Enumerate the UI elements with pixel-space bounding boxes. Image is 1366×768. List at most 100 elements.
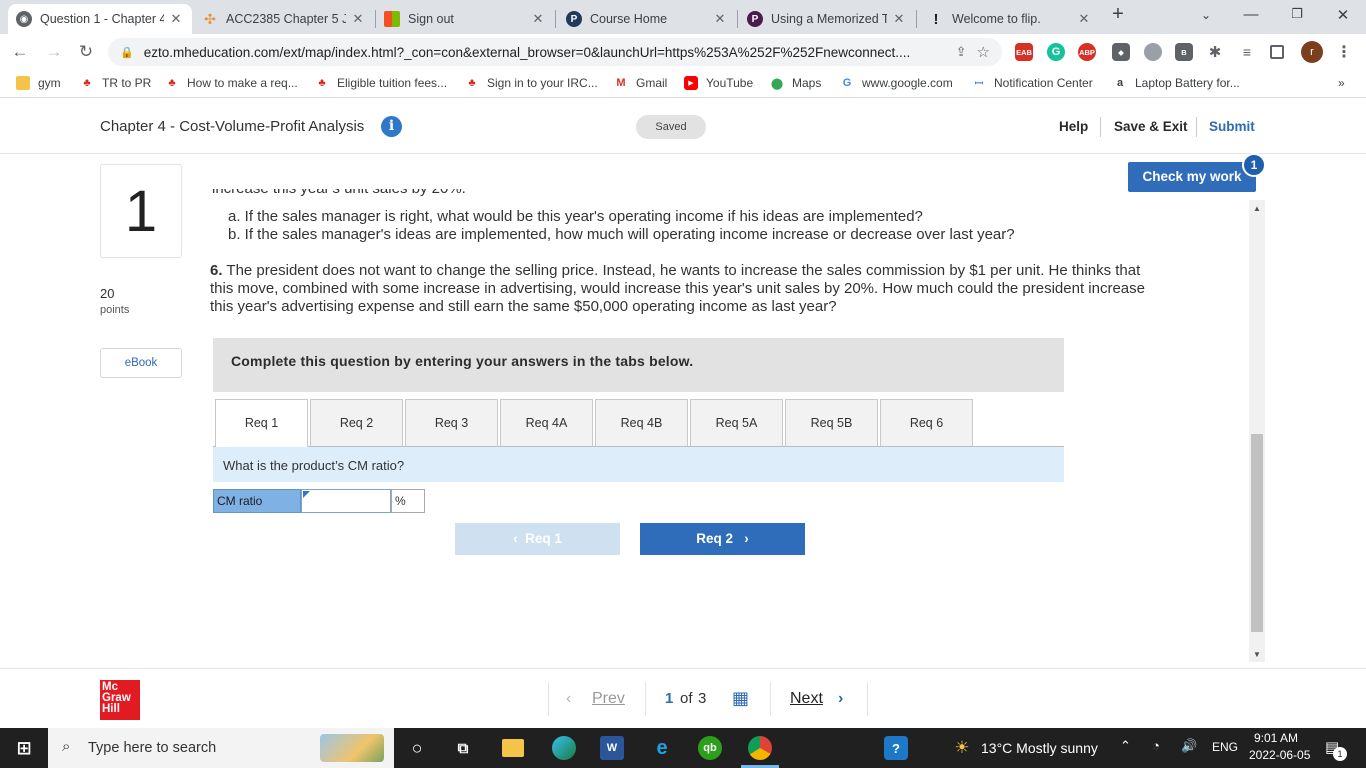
menu-kebab-icon[interactable]: ⋮ [1335, 43, 1353, 61]
chrome-icon[interactable] [748, 736, 772, 760]
tab-req-5a[interactable]: Req 5A [690, 399, 783, 446]
browser-tab-flip[interactable]: ! Welcome to flip. ✕ [920, 4, 1100, 34]
share-icon[interactable]: ⇪ [956, 44, 967, 60]
internet-explorer-icon[interactable]: e [650, 736, 674, 760]
eab-extension-icon[interactable]: EAB [1015, 43, 1033, 61]
browser-tab-signout[interactable]: Sign out ✕ [376, 4, 554, 34]
bookmark-star-icon[interactable]: ☆ [977, 43, 990, 61]
url-bar[interactable]: 🔒 ezto.mheducation.com/ext/map/index.htm… [108, 38, 1002, 66]
cortana-icon[interactable]: ○ [405, 736, 429, 760]
bookmark-how-to-make[interactable]: ♣ How to make a req... [165, 76, 297, 90]
prev-req-button[interactable]: ‹ Req 1 [455, 523, 620, 555]
bookmark-label: Sign in to your IRC... [487, 76, 598, 90]
language-indicator[interactable]: ENG [1212, 740, 1238, 754]
bookmark-laptop-battery[interactable]: a Laptop Battery for... [1113, 76, 1240, 90]
bookmark-youtube[interactable]: ▶ YouTube [684, 76, 753, 90]
file-explorer-icon[interactable] [502, 739, 524, 757]
browser-tab-memorized[interactable]: P Using a Memorized Tr ✕ [739, 4, 915, 34]
sidepanel-icon[interactable] [1270, 45, 1284, 59]
reload-icon[interactable]: ↻ [76, 42, 96, 62]
quickbooks-icon[interactable]: qb [698, 736, 722, 760]
clock-date[interactable]: 2022-06-05 [1249, 748, 1310, 762]
tab-req-2[interactable]: Req 2 [310, 399, 403, 446]
tab-search-icon[interactable]: ⌄ [1196, 8, 1216, 22]
question-pager: ‹ Prev 1 of 3 ▦ Next › [548, 676, 868, 722]
more-bookmarks-icon[interactable]: » [1338, 76, 1345, 90]
notification-icon: ꟷ [974, 77, 984, 90]
browser-tab-course-home[interactable]: P Course Home ✕ [558, 4, 736, 34]
search-placeholder: Type here to search [88, 740, 217, 756]
tab-req-5b[interactable]: Req 5B [785, 399, 878, 446]
wifi-icon[interactable]: ◔ [1152, 738, 1160, 753]
grammarly-icon[interactable]: G [1047, 43, 1065, 61]
bookmark-google[interactable]: Gwww.google.com [840, 76, 953, 90]
chevron-up-icon[interactable]: ⌃ [1120, 738, 1131, 754]
close-tab-icon[interactable]: ✕ [891, 11, 907, 27]
reading-list-icon[interactable]: ≡ [1238, 43, 1256, 61]
bookmark-label: Notification Center [994, 76, 1093, 90]
help-app-icon[interactable]: ? [884, 736, 908, 760]
taskbar-search-box[interactable]: ⌕ Type here to search [48, 728, 394, 768]
help-link[interactable]: Help [1059, 119, 1088, 134]
submit-link[interactable]: Submit [1209, 119, 1255, 134]
youtube-icon: ▶ [684, 76, 698, 90]
tab-req-4b[interactable]: Req 4B [595, 399, 688, 446]
close-tab-icon[interactable]: ✕ [712, 11, 728, 27]
tab-req-6[interactable]: Req 6 [880, 399, 973, 446]
tab-req-3[interactable]: Req 3 [405, 399, 498, 446]
bookmark-tr-to-pr[interactable]: ♣ TR to PR [80, 76, 151, 90]
next-req-button[interactable]: Req 2 › [640, 523, 805, 555]
extension-icon[interactable] [1144, 43, 1162, 61]
close-tab-icon[interactable]: ✕ [530, 11, 546, 27]
bookmark-maps[interactable]: ⬤ Maps [770, 76, 822, 90]
next-chevron-icon: › [838, 690, 844, 707]
close-tab-icon[interactable]: ✕ [168, 11, 184, 27]
forward-icon[interactable]: → [44, 42, 64, 62]
clock-time[interactable]: 9:01 AM [1254, 731, 1298, 745]
next-question-link[interactable]: Next [790, 690, 823, 708]
task-view-icon[interactable]: ⧉ [451, 736, 475, 760]
bookmark-label: TR to PR [102, 76, 152, 90]
weather-text[interactable]: 13°C Mostly sunny [981, 740, 1098, 756]
minimize-icon[interactable]: — [1241, 6, 1261, 23]
new-tab-icon[interactable]: + [1108, 3, 1128, 26]
restore-icon[interactable]: ❐ [1287, 6, 1307, 22]
scroll-down-icon[interactable]: ▼ [1249, 650, 1265, 659]
scrollbar-thumb[interactable] [1251, 434, 1263, 632]
back-icon[interactable]: ← [10, 42, 30, 62]
save-exit-link[interactable]: Save & Exit [1114, 119, 1188, 134]
extension-icon[interactable]: ◆ [1112, 43, 1130, 61]
requirement-tabs: Req 1 Req 2 Req 3 Req 4A Req 4B Req 5A R… [213, 399, 1064, 447]
scroll-up-icon[interactable]: ▲ [1249, 204, 1265, 213]
volume-icon[interactable]: 🔊 [1181, 738, 1197, 754]
prev-question-link[interactable]: Prev [592, 690, 625, 708]
profile-avatar[interactable]: r [1301, 41, 1323, 63]
browser-tab-question[interactable]: ◉ Question 1 - Chapter 4 ✕ [8, 4, 192, 34]
edge-icon[interactable] [552, 736, 576, 760]
instruction-text: Complete this question by entering your … [231, 353, 694, 369]
bookmark-notification-center[interactable]: ꟷ Notification Center [972, 76, 1093, 90]
puzzle-icon[interactable]: ✱ [1206, 43, 1224, 61]
adblock-icon[interactable]: ABP [1078, 43, 1096, 61]
maple-leaf-icon: ♣ [468, 77, 476, 89]
grid-view-icon[interactable]: ▦ [732, 688, 749, 709]
bookmark-eligible-tuition[interactable]: ♣ Eligible tuition fees... [315, 76, 447, 90]
bookmark-gmail[interactable]: M Gmail [614, 76, 667, 90]
browser-tab-acc2385[interactable]: ✣ ACC2385 Chapter 5 Ju ✕ [194, 4, 374, 34]
tab-req-4a[interactable]: Req 4A [500, 399, 593, 446]
bookmark-irc[interactable]: ♣ Sign in to your IRC... [465, 76, 598, 90]
close-tab-icon[interactable]: ✕ [1076, 11, 1092, 27]
windows-start-icon[interactable]: ⊞ [12, 736, 36, 760]
weather-sun-icon: ☀ [954, 738, 970, 757]
tab-req-1[interactable]: Req 1 [215, 399, 308, 447]
word-icon[interactable]: W [600, 736, 624, 760]
cm-ratio-input[interactable] [301, 489, 391, 513]
info-icon[interactable]: i [381, 116, 402, 137]
check-my-work-button[interactable]: Check my work [1128, 162, 1256, 192]
extension-icon[interactable]: B [1175, 43, 1193, 61]
ebook-button[interactable]: eBook [100, 348, 182, 378]
window-close-icon[interactable]: ✕ [1333, 6, 1353, 24]
bookmarks-bar: gym ♣ TR to PR ♣ How to make a req... ♣ Eli… [0, 70, 1366, 98]
close-tab-icon[interactable]: ✕ [350, 11, 366, 27]
bookmark-gym[interactable]: gym [16, 76, 61, 90]
